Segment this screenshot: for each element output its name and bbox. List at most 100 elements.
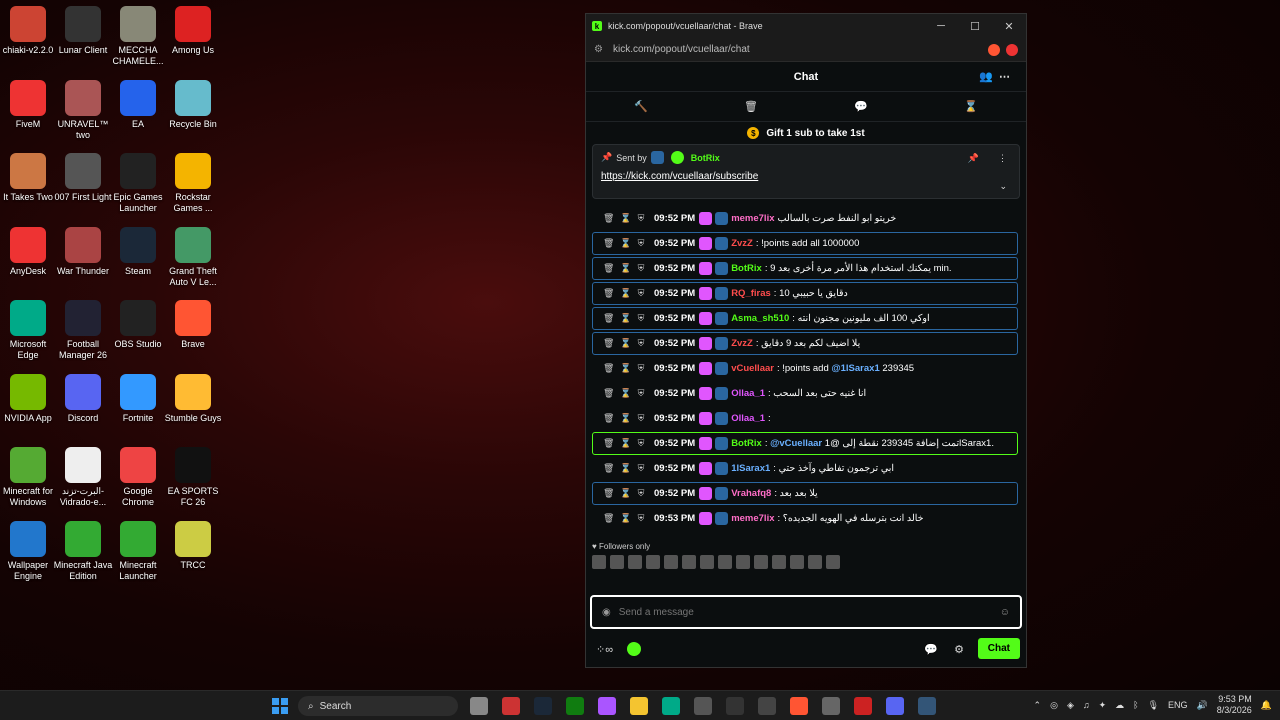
message-username[interactable]: vCuellaar <box>731 363 774 374</box>
chat-message[interactable]: 🗑 ⌛ ⛨ 09:52 PM RQ_firas: دقايق يا حبيبي 10 <box>592 282 1018 305</box>
copilot-icon[interactable] <box>598 697 616 715</box>
desktop-icon[interactable]: It Takes Two <box>0 153 56 203</box>
trash-icon[interactable]: 🗑 <box>603 338 614 349</box>
chat-message[interactable]: 🗑 ⌛ ⛨ 09:52 PM vCuellaar: !points add @1lSar… <box>592 357 1018 380</box>
message-username[interactable]: Ollaa_1 <box>731 388 765 399</box>
ban-hammer-icon[interactable]: 🔨 <box>634 100 648 113</box>
taskbar-search[interactable]: ⌕ Search <box>298 696 458 716</box>
unpin-icon[interactable]: 📌 <box>968 153 979 164</box>
pinned-link[interactable]: https://kick.com/vcuellaar/subscribe <box>601 171 1011 182</box>
message-username[interactable]: BotRix <box>731 263 762 274</box>
send-chat-button[interactable]: Chat <box>977 638 1020 659</box>
tray-icon[interactable]: ◈ <box>1067 700 1074 711</box>
shield-icon[interactable]: ⛨ <box>637 238 645 249</box>
desktop-icon[interactable]: OBS Studio <box>110 300 166 350</box>
chat-bubble-icon[interactable]: 💬 <box>854 100 868 113</box>
hourglass-icon[interactable]: ⌛ <box>620 263 631 274</box>
desktop-icon[interactable]: TRCC <box>165 520 221 571</box>
chat-bubble-icon[interactable]: 💬 <box>924 643 938 656</box>
chat-message[interactable]: 🗑 ⌛ ⛨ 09:52 PM meme7lix خريتو ابو النفط صرت ب… <box>592 207 1018 230</box>
message-input[interactable] <box>618 606 1000 618</box>
desktop-icon[interactable]: Football Manager 26 <box>55 300 111 361</box>
gear-icon[interactable]: ⚙ <box>954 643 964 656</box>
desktop-icon[interactable]: Lunar Client <box>55 6 111 56</box>
points-icon[interactable]: ⁘∞ <box>596 643 613 656</box>
brave-shields-icon[interactable] <box>988 43 1000 56</box>
start-button[interactable] <box>272 698 288 714</box>
chat-message[interactable]: 🗑 ⌛ ⛨ 09:52 PM BotRix: يمكنك استخدام هذا الأ… <box>592 257 1018 280</box>
brave-icon[interactable] <box>790 697 808 715</box>
kick-points-icon[interactable] <box>627 642 642 656</box>
desktop-icon[interactable]: Among Us <box>165 6 221 56</box>
desktop-icon[interactable]: Minecraft for Windows <box>0 447 56 508</box>
desktop-icon[interactable]: UNRAVEL™ two <box>55 79 111 141</box>
brave-rewards-icon[interactable] <box>1006 43 1018 56</box>
site-info-icon[interactable]: ⚙ <box>594 44 603 55</box>
emote-bar[interactable] <box>592 555 1020 571</box>
desktop-icon[interactable]: Wallpaper Engine <box>0 520 56 582</box>
shield-icon[interactable]: ⛨ <box>637 438 645 449</box>
edge-icon[interactable] <box>662 697 680 715</box>
shield-icon[interactable]: ⛨ <box>637 263 645 274</box>
trash-icon[interactable]: 🗑 <box>603 313 614 324</box>
calculator-icon[interactable] <box>918 697 936 715</box>
clock[interactable]: 9:53 PM 8/3/2026 <box>1217 694 1252 716</box>
app-icon[interactable] <box>854 697 872 715</box>
language-indicator[interactable]: ENG <box>1168 700 1188 710</box>
emoji-icon[interactable]: ☺ <box>1000 607 1010 618</box>
desktop-icon[interactable]: EA <box>110 79 166 130</box>
trash-icon[interactable]: 🗑 <box>603 263 614 274</box>
trash-icon[interactable]: 🗑 <box>603 488 614 499</box>
url-text[interactable]: kick.com/popout/vcuellaar/chat <box>613 44 982 55</box>
chat-message[interactable]: 🗑 ⌛ ⛨ 09:52 PM Ollaa_1: <box>592 407 1018 430</box>
cloud-icon[interactable]: ☁ <box>1115 700 1124 711</box>
close-button[interactable]: ✕ <box>992 20 1026 33</box>
more-options-icon[interactable]: ⋮ <box>998 153 1007 164</box>
pinned-message[interactable]: 📌 Sent by BotRix https://kick.com/vcuell… <box>592 144 1020 199</box>
trash-icon[interactable]: 🗑 <box>603 363 614 374</box>
obs-icon[interactable] <box>822 697 840 715</box>
url-bar[interactable]: ⚙ kick.com/popout/vcuellaar/chat <box>586 38 1026 62</box>
message-mention[interactable]: @vCuellaar <box>770 438 822 449</box>
desktop-icon[interactable]: AnyDesk <box>0 226 56 277</box>
hourglass-icon[interactable]: ⌛ <box>620 388 631 399</box>
message-username[interactable]: ZvzZ <box>731 238 753 249</box>
message-input-box[interactable]: ◉ ☺ <box>590 595 1022 629</box>
shield-icon[interactable]: ⛨ <box>637 213 645 224</box>
app-icon[interactable] <box>758 697 776 715</box>
hourglass-icon[interactable]: ⌛ <box>620 438 631 449</box>
message-mention[interactable]: @1lSarax1 <box>831 363 879 374</box>
notification-icon[interactable]: 🔔 <box>1261 700 1272 711</box>
chat-message[interactable]: 🗑 ⌛ ⛨ 09:52 PM Asma_sh510: اوكي 100 الف مليو… <box>592 307 1018 330</box>
message-username[interactable]: Vrahafq8 <box>731 488 771 499</box>
trash-icon[interactable]: 🗑 <box>603 513 614 524</box>
desktop-icon[interactable]: Discord <box>55 373 111 424</box>
hourglass-icon[interactable]: ⌛ <box>620 288 631 299</box>
desktop-icon[interactable]: Minecraft Launcher <box>110 520 166 582</box>
desktop-icon[interactable]: War Thunder <box>55 226 111 277</box>
volume-icon[interactable]: 🔊 <box>1197 700 1208 711</box>
desktop-icon[interactable]: Google Chrome <box>110 447 166 508</box>
desktop-icon[interactable]: Steam <box>110 226 166 277</box>
hourglass-icon[interactable]: ⌛ <box>620 238 631 249</box>
desktop-icon[interactable]: 007 First Light <box>54 153 112 203</box>
desktop-icon[interactable]: EA SPORTS FC 26 <box>165 447 221 508</box>
chat-message[interactable]: 🗑 ⌛ ⛨ 09:52 PM BotRix: @vCuellaar تمت إضافة … <box>592 432 1018 455</box>
hourglass-icon[interactable]: ⌛ <box>620 313 631 324</box>
desktop-icon[interactable]: Minecraft Java Edition <box>54 520 112 582</box>
shield-icon[interactable]: ⛨ <box>637 513 645 524</box>
hourglass-icon[interactable]: ⌛ <box>620 338 631 349</box>
hourglass-icon[interactable]: ⌛ <box>620 213 631 224</box>
message-username[interactable]: meme7lix <box>731 213 774 224</box>
microphone-icon[interactable]: 🎙 <box>1148 700 1159 711</box>
trash-icon[interactable]: 🗑 <box>603 438 614 449</box>
shield-icon[interactable]: ⛨ <box>637 388 645 399</box>
desktop-icon[interactable]: Rockstar Games ... <box>165 153 221 214</box>
desktop-icon[interactable]: NVIDIA App <box>0 373 56 424</box>
desktop-icon[interactable]: Epic Games Launcher <box>110 153 166 214</box>
chat-message[interactable]: 🗑 ⌛ ⛨ 09:52 PM Vrahafq8: يلا بعد بعد <box>592 482 1018 505</box>
message-username[interactable]: BotRix <box>731 438 762 449</box>
tray-icon[interactable]: ✦ <box>1099 700 1107 711</box>
desktop-icon[interactable]: Stumble Guys <box>165 373 221 424</box>
discord-icon[interactable] <box>886 697 904 715</box>
